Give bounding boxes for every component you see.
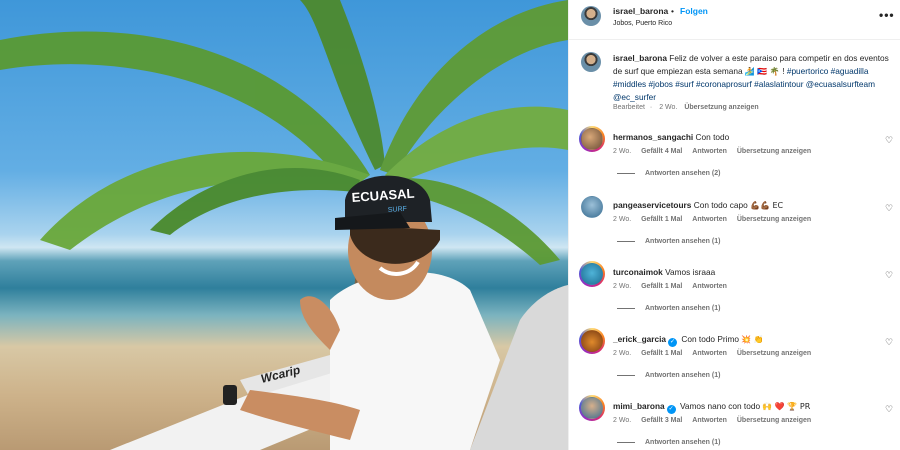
follow-button[interactable]: Folgen — [680, 6, 708, 16]
edited-label: Bearbeitet — [613, 104, 645, 111]
comment-actions: 2 Wo. Gefällt 1 Mal Antworten — [613, 283, 735, 290]
view-replies-button[interactable]: Antworten ansehen (1) — [617, 439, 720, 446]
post-side-panel: israel_barona • Folgen Jobos, Puerto Ric… — [568, 0, 900, 450]
view-replies-button[interactable]: Antworten ansehen (1) — [617, 372, 720, 379]
comment-username[interactable]: _erick_garcia — [613, 334, 666, 344]
view-replies-button[interactable]: Antworten ansehen (1) — [617, 305, 720, 312]
comment-item: mimi_barona ✓ Vamos nano con todo 🙌 ❤️ 🏆 … — [579, 395, 893, 450]
comment-avatar[interactable] — [581, 128, 603, 150]
comment-body: Con todo Primo — [681, 334, 740, 344]
reply-button[interactable]: Antworten — [692, 283, 727, 290]
comment-age: 2 Wo. — [613, 283, 632, 290]
comment-actions: 2 Wo. Gefällt 4 Mal Antworten Übersetzun… — [613, 148, 819, 155]
watch — [223, 385, 237, 405]
verified-badge-icon: ✓ — [666, 405, 676, 414]
view-replies-button[interactable]: Antworten ansehen (2) — [617, 170, 720, 177]
comment-text: _erick_garcia ✓ Con todo Primo 💥 👏 — [613, 334, 764, 347]
reply-button[interactable]: Antworten — [692, 417, 727, 424]
comment-text: mimi_barona ✓ Vamos nano con todo 🙌 ❤️ 🏆 … — [613, 401, 810, 414]
author-avatar[interactable] — [581, 6, 601, 26]
photo-illustration: Wcarip ECUASAL SURF — [0, 0, 568, 450]
comment-emoji: 🙌 ❤️ 🏆 PR — [762, 402, 811, 411]
comment-avatar[interactable] — [581, 330, 603, 352]
more-horizontal-icon[interactable]: ••• — [879, 8, 895, 22]
comment-item: hermanos_sangachi Con todo 2 Wo. Gefällt… — [579, 126, 893, 188]
heart-icon[interactable]: ♡ — [885, 135, 893, 146]
caption-separator: ! — [782, 65, 785, 76]
comment-age: 2 Wo. — [613, 148, 632, 155]
header-separator: • — [671, 6, 674, 16]
caption-text: israel_barona Feliz de volver a este par… — [613, 52, 891, 103]
translate-link[interactable]: Übersetzung anzeigen — [737, 417, 811, 424]
comment-likes[interactable]: Gefällt 1 Mal — [641, 216, 682, 223]
comment-likes[interactable]: Gefällt 1 Mal — [641, 283, 682, 290]
caption-meta: Bearbeitet · 2 Wo. Übersetzung anzeigen — [613, 104, 764, 111]
heart-icon[interactable]: ♡ — [885, 404, 893, 415]
caption-translate-link[interactable]: Übersetzung anzeigen — [684, 104, 758, 111]
author-username[interactable]: israel_barona — [613, 6, 668, 16]
comment-likes[interactable]: Gefällt 1 Mal — [641, 350, 682, 357]
caption-emojis: 🏄 🇵🇷 🌴 — [744, 66, 780, 76]
comment-avatar[interactable] — [581, 397, 603, 419]
heart-icon[interactable]: ♡ — [885, 203, 893, 214]
comment-body: Con todo — [695, 132, 730, 142]
palm-tree — [0, 0, 568, 265]
verified-badge-icon: ✓ — [668, 338, 678, 347]
caption-username[interactable]: israel_barona — [613, 53, 667, 63]
caption-avatar[interactable] — [581, 52, 601, 72]
post-header: israel_barona • Folgen Jobos, Puerto Ric… — [569, 0, 900, 40]
comment-body: Con todo capo — [693, 200, 748, 210]
reply-button[interactable]: Antworten — [692, 148, 727, 155]
comment-text: hermanos_sangachi Con todo — [613, 132, 729, 142]
comment-age: 2 Wo. — [613, 417, 632, 424]
reply-button[interactable]: Antworten — [692, 216, 727, 223]
comment-username[interactable]: pangeaservicetours — [613, 200, 691, 210]
comment-username[interactable]: mimi_barona — [613, 401, 665, 411]
comment-username[interactable]: hermanos_sangachi — [613, 132, 693, 142]
translate-link[interactable]: Übersetzung anzeigen — [737, 350, 811, 357]
heart-icon[interactable]: ♡ — [885, 270, 893, 281]
post-photo[interactable]: Wcarip ECUASAL SURF — [0, 0, 568, 450]
comment-item: pangeaservicetours Con todo capo 💪🏾💪🏾 EC… — [581, 196, 893, 256]
comment-item: turconaimok Vamos israaa 2 Wo. Gefällt 1… — [579, 261, 893, 323]
cap-logo-sub: SURF — [388, 206, 408, 214]
comment-likes[interactable]: Gefällt 4 Mal — [641, 148, 682, 155]
comment-item: _erick_garcia ✓ Con todo Primo 💥 👏 2 Wo. … — [579, 328, 893, 390]
comment-body: Vamos israaa — [665, 267, 716, 277]
comment-actions: 2 Wo. Gefällt 1 Mal Antworten Übersetzun… — [613, 216, 819, 223]
location-link[interactable]: Jobos, Puerto Rico — [613, 20, 672, 27]
heart-icon[interactable]: ♡ — [885, 337, 893, 348]
comment-text: turconaimok Vamos israaa — [613, 267, 715, 277]
comment-actions: 2 Wo. Gefällt 3 Mal Antworten Übersetzun… — [613, 417, 819, 424]
reply-button[interactable]: Antworten — [692, 350, 727, 357]
comment-age: 2 Wo. — [613, 216, 632, 223]
view-replies-button[interactable]: Antworten ansehen (1) — [617, 238, 720, 245]
translate-link[interactable]: Übersetzung anzeigen — [737, 148, 811, 155]
comment-body: Vamos nano con todo — [679, 401, 761, 411]
comment-avatar[interactable] — [581, 263, 603, 285]
comment-likes[interactable]: Gefällt 3 Mal — [641, 417, 682, 424]
comment-text: pangeaservicetours Con todo capo 💪🏾💪🏾 EC — [613, 200, 783, 210]
meta-dot: · — [649, 104, 653, 111]
comment-emoji: 💪🏾💪🏾 EC — [750, 201, 784, 210]
comment-age: 2 Wo. — [613, 350, 632, 357]
caption-age: 2 Wo. — [659, 104, 678, 111]
comment-username[interactable]: turconaimok — [613, 267, 663, 277]
translate-link[interactable]: Übersetzung anzeigen — [737, 216, 811, 223]
comment-avatar[interactable] — [581, 196, 603, 218]
comment-actions: 2 Wo. Gefällt 1 Mal Antworten Übersetzun… — [613, 350, 819, 357]
comment-emoji: 💥 👏 — [741, 335, 764, 344]
